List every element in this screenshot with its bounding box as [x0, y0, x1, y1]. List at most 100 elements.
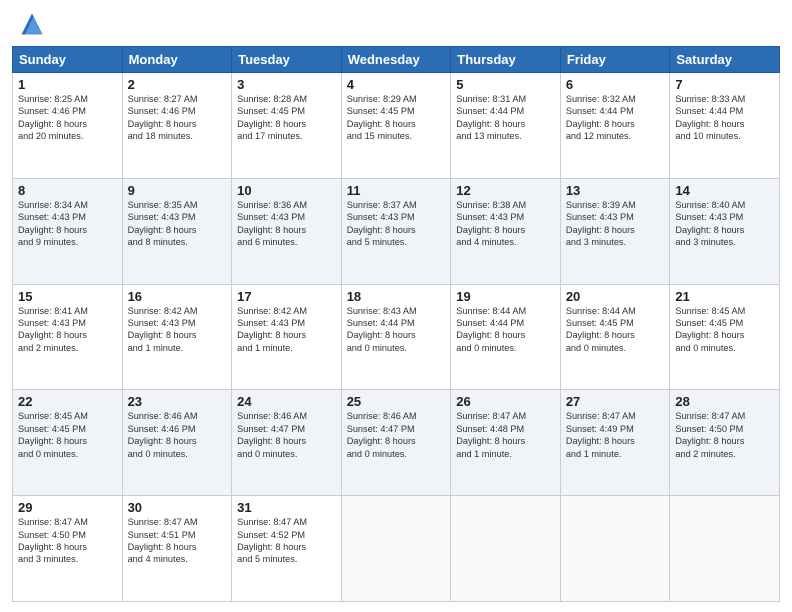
calendar-cell: 6Sunrise: 8:32 AMSunset: 4:44 PMDaylight… [560, 73, 670, 179]
calendar-cell: 9Sunrise: 8:35 AMSunset: 4:43 PMDaylight… [122, 178, 232, 284]
calendar-cell: 5Sunrise: 8:31 AMSunset: 4:44 PMDaylight… [451, 73, 561, 179]
day-number: 12 [456, 183, 555, 198]
cell-content: Sunrise: 8:44 AMSunset: 4:44 PMDaylight:… [456, 305, 555, 355]
cell-content: Sunrise: 8:42 AMSunset: 4:43 PMDaylight:… [128, 305, 227, 355]
calendar-week-1: 1Sunrise: 8:25 AMSunset: 4:46 PMDaylight… [13, 73, 780, 179]
cell-content: Sunrise: 8:45 AMSunset: 4:45 PMDaylight:… [675, 305, 774, 355]
calendar-cell [560, 496, 670, 602]
day-number: 28 [675, 394, 774, 409]
cell-content: Sunrise: 8:47 AMSunset: 4:52 PMDaylight:… [237, 516, 336, 566]
cell-content: Sunrise: 8:29 AMSunset: 4:45 PMDaylight:… [347, 93, 446, 143]
calendar-cell: 29Sunrise: 8:47 AMSunset: 4:50 PMDayligh… [13, 496, 123, 602]
day-number: 11 [347, 183, 446, 198]
logo-icon [18, 10, 46, 38]
calendar-cell: 21Sunrise: 8:45 AMSunset: 4:45 PMDayligh… [670, 284, 780, 390]
cell-content: Sunrise: 8:46 AMSunset: 4:47 PMDaylight:… [347, 410, 446, 460]
day-number: 1 [18, 77, 117, 92]
logo-area [12, 10, 46, 38]
cell-content: Sunrise: 8:47 AMSunset: 4:48 PMDaylight:… [456, 410, 555, 460]
calendar-cell: 15Sunrise: 8:41 AMSunset: 4:43 PMDayligh… [13, 284, 123, 390]
calendar-cell: 11Sunrise: 8:37 AMSunset: 4:43 PMDayligh… [341, 178, 451, 284]
calendar-cell: 25Sunrise: 8:46 AMSunset: 4:47 PMDayligh… [341, 390, 451, 496]
calendar-cell: 2Sunrise: 8:27 AMSunset: 4:46 PMDaylight… [122, 73, 232, 179]
calendar-cell: 13Sunrise: 8:39 AMSunset: 4:43 PMDayligh… [560, 178, 670, 284]
day-number: 6 [566, 77, 665, 92]
day-number: 17 [237, 289, 336, 304]
calendar-cell [451, 496, 561, 602]
day-number: 25 [347, 394, 446, 409]
calendar-cell: 3Sunrise: 8:28 AMSunset: 4:45 PMDaylight… [232, 73, 342, 179]
day-number: 4 [347, 77, 446, 92]
cell-content: Sunrise: 8:42 AMSunset: 4:43 PMDaylight:… [237, 305, 336, 355]
day-number: 8 [18, 183, 117, 198]
calendar-cell: 17Sunrise: 8:42 AMSunset: 4:43 PMDayligh… [232, 284, 342, 390]
cell-content: Sunrise: 8:45 AMSunset: 4:45 PMDaylight:… [18, 410, 117, 460]
calendar-cell: 4Sunrise: 8:29 AMSunset: 4:45 PMDaylight… [341, 73, 451, 179]
calendar-week-3: 15Sunrise: 8:41 AMSunset: 4:43 PMDayligh… [13, 284, 780, 390]
day-number: 18 [347, 289, 446, 304]
calendar-cell: 10Sunrise: 8:36 AMSunset: 4:43 PMDayligh… [232, 178, 342, 284]
cell-content: Sunrise: 8:35 AMSunset: 4:43 PMDaylight:… [128, 199, 227, 249]
day-number: 19 [456, 289, 555, 304]
day-number: 20 [566, 289, 665, 304]
day-header-tuesday: Tuesday [232, 47, 342, 73]
cell-content: Sunrise: 8:39 AMSunset: 4:43 PMDaylight:… [566, 199, 665, 249]
calendar-header-row: SundayMondayTuesdayWednesdayThursdayFrid… [13, 47, 780, 73]
cell-content: Sunrise: 8:33 AMSunset: 4:44 PMDaylight:… [675, 93, 774, 143]
day-number: 23 [128, 394, 227, 409]
day-number: 24 [237, 394, 336, 409]
day-header-friday: Friday [560, 47, 670, 73]
calendar-cell: 20Sunrise: 8:44 AMSunset: 4:45 PMDayligh… [560, 284, 670, 390]
cell-content: Sunrise: 8:44 AMSunset: 4:45 PMDaylight:… [566, 305, 665, 355]
calendar-cell: 28Sunrise: 8:47 AMSunset: 4:50 PMDayligh… [670, 390, 780, 496]
calendar-cell: 7Sunrise: 8:33 AMSunset: 4:44 PMDaylight… [670, 73, 780, 179]
day-header-monday: Monday [122, 47, 232, 73]
cell-content: Sunrise: 8:37 AMSunset: 4:43 PMDaylight:… [347, 199, 446, 249]
day-number: 7 [675, 77, 774, 92]
cell-content: Sunrise: 8:40 AMSunset: 4:43 PMDaylight:… [675, 199, 774, 249]
day-header-thursday: Thursday [451, 47, 561, 73]
calendar-week-2: 8Sunrise: 8:34 AMSunset: 4:43 PMDaylight… [13, 178, 780, 284]
header [12, 10, 780, 38]
calendar-week-4: 22Sunrise: 8:45 AMSunset: 4:45 PMDayligh… [13, 390, 780, 496]
calendar-cell: 14Sunrise: 8:40 AMSunset: 4:43 PMDayligh… [670, 178, 780, 284]
calendar-cell: 24Sunrise: 8:46 AMSunset: 4:47 PMDayligh… [232, 390, 342, 496]
day-number: 30 [128, 500, 227, 515]
calendar-cell: 18Sunrise: 8:43 AMSunset: 4:44 PMDayligh… [341, 284, 451, 390]
cell-content: Sunrise: 8:46 AMSunset: 4:46 PMDaylight:… [128, 410, 227, 460]
calendar-cell [670, 496, 780, 602]
day-number: 31 [237, 500, 336, 515]
calendar-cell: 22Sunrise: 8:45 AMSunset: 4:45 PMDayligh… [13, 390, 123, 496]
calendar-cell: 31Sunrise: 8:47 AMSunset: 4:52 PMDayligh… [232, 496, 342, 602]
calendar-week-5: 29Sunrise: 8:47 AMSunset: 4:50 PMDayligh… [13, 496, 780, 602]
cell-content: Sunrise: 8:36 AMSunset: 4:43 PMDaylight:… [237, 199, 336, 249]
calendar-cell: 19Sunrise: 8:44 AMSunset: 4:44 PMDayligh… [451, 284, 561, 390]
calendar-cell: 16Sunrise: 8:42 AMSunset: 4:43 PMDayligh… [122, 284, 232, 390]
calendar-cell: 26Sunrise: 8:47 AMSunset: 4:48 PMDayligh… [451, 390, 561, 496]
cell-content: Sunrise: 8:47 AMSunset: 4:49 PMDaylight:… [566, 410, 665, 460]
day-number: 3 [237, 77, 336, 92]
day-number: 14 [675, 183, 774, 198]
day-number: 9 [128, 183, 227, 198]
day-number: 21 [675, 289, 774, 304]
calendar-table: SundayMondayTuesdayWednesdayThursdayFrid… [12, 46, 780, 602]
cell-content: Sunrise: 8:32 AMSunset: 4:44 PMDaylight:… [566, 93, 665, 143]
cell-content: Sunrise: 8:31 AMSunset: 4:44 PMDaylight:… [456, 93, 555, 143]
cell-content: Sunrise: 8:28 AMSunset: 4:45 PMDaylight:… [237, 93, 336, 143]
cell-content: Sunrise: 8:27 AMSunset: 4:46 PMDaylight:… [128, 93, 227, 143]
day-header-sunday: Sunday [13, 47, 123, 73]
calendar-cell: 8Sunrise: 8:34 AMSunset: 4:43 PMDaylight… [13, 178, 123, 284]
day-number: 26 [456, 394, 555, 409]
cell-content: Sunrise: 8:47 AMSunset: 4:51 PMDaylight:… [128, 516, 227, 566]
day-number: 16 [128, 289, 227, 304]
cell-content: Sunrise: 8:38 AMSunset: 4:43 PMDaylight:… [456, 199, 555, 249]
calendar-cell: 23Sunrise: 8:46 AMSunset: 4:46 PMDayligh… [122, 390, 232, 496]
calendar-cell: 12Sunrise: 8:38 AMSunset: 4:43 PMDayligh… [451, 178, 561, 284]
cell-content: Sunrise: 8:34 AMSunset: 4:43 PMDaylight:… [18, 199, 117, 249]
day-number: 27 [566, 394, 665, 409]
cell-content: Sunrise: 8:46 AMSunset: 4:47 PMDaylight:… [237, 410, 336, 460]
day-number: 2 [128, 77, 227, 92]
calendar-cell [341, 496, 451, 602]
day-header-wednesday: Wednesday [341, 47, 451, 73]
calendar-cell: 1Sunrise: 8:25 AMSunset: 4:46 PMDaylight… [13, 73, 123, 179]
